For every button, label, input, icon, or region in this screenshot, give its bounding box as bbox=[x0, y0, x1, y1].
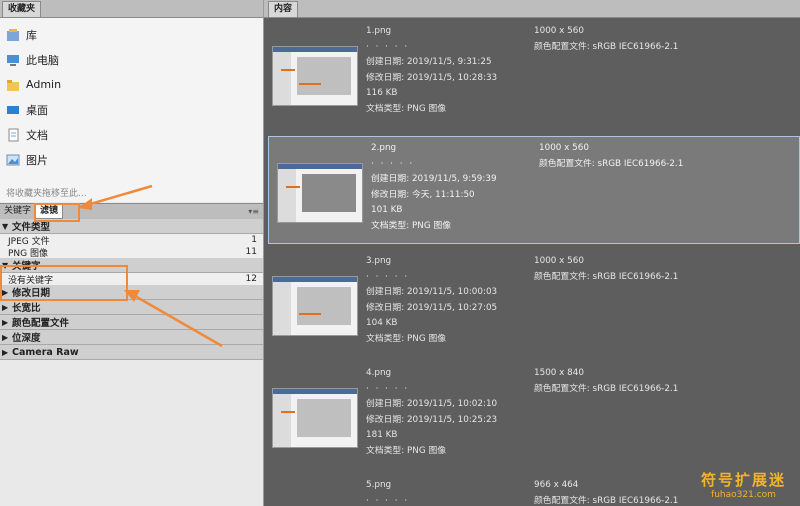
watermark-text: 符号扩展迷 bbox=[700, 471, 786, 489]
annotation-arrows bbox=[78, 184, 223, 348]
watermark-logo: 符号扩展迷 fuhao321.com bbox=[701, 469, 786, 500]
watermark-url: fuhao321.com bbox=[711, 490, 776, 500]
